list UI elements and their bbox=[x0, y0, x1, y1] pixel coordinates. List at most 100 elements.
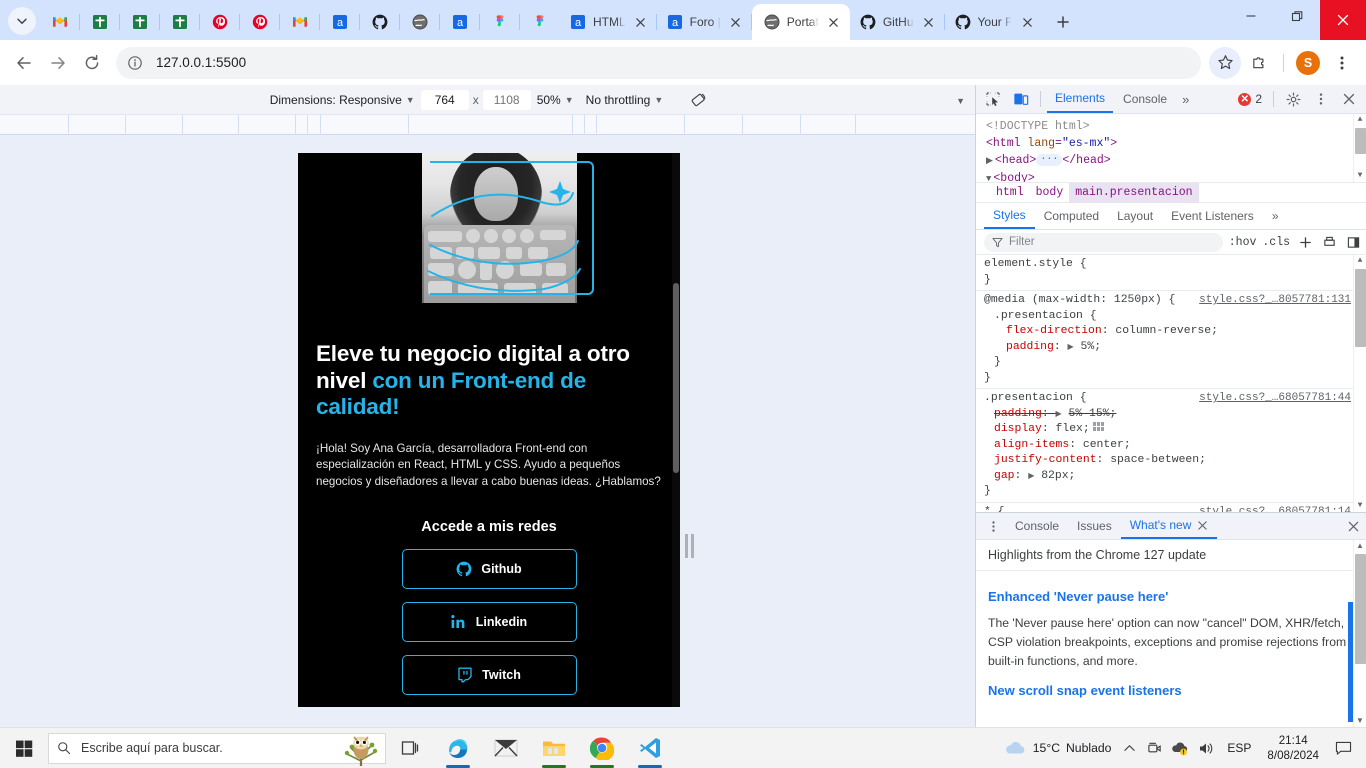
tab-computed[interactable]: Computed bbox=[1035, 203, 1108, 229]
social-link-twitch[interactable]: Twitch bbox=[401, 655, 577, 696]
browser-tab-githu[interactable]: GitHu bbox=[850, 5, 945, 39]
close-window-button[interactable] bbox=[1320, 0, 1366, 40]
address-bar[interactable]: 127.0.0.1:5500 bbox=[116, 46, 1201, 79]
scroll-up-arrow-icon[interactable]: ▲ bbox=[1358, 255, 1363, 267]
pinned-tab-pinterest[interactable] bbox=[240, 5, 280, 39]
flexbox-editor-icon[interactable] bbox=[1092, 422, 1104, 432]
taskbar-app-microsoft-edge[interactable] bbox=[434, 728, 482, 768]
taskbar-clock[interactable]: 21:14 8/08/2024 bbox=[1259, 733, 1327, 763]
tab-close-button[interactable] bbox=[1019, 14, 1035, 30]
scroll-down-arrow-icon[interactable]: ▼ bbox=[1356, 715, 1364, 727]
tab-styles[interactable]: Styles bbox=[984, 203, 1035, 229]
dom-line-html[interactable]: <html lang="es-mx"> bbox=[986, 135, 1366, 152]
pinned-tab-pinterest[interactable] bbox=[200, 5, 240, 39]
computed-styles-sidebar-button[interactable] bbox=[1320, 233, 1338, 251]
scroll-down-arrow-icon[interactable]: ▼ bbox=[1358, 500, 1363, 512]
style-rule-universal[interactable]: * { style.css?_…68057781:14 padding: ▶ 0… bbox=[976, 503, 1366, 513]
browser-tab-html[interactable]: a HTML bbox=[560, 5, 657, 39]
browser-tab-foro[interactable]: a Foro | bbox=[657, 5, 752, 39]
new-style-rule-button[interactable] bbox=[1296, 233, 1314, 251]
scrollbar-thumb[interactable] bbox=[1354, 269, 1366, 347]
style-rule-media-query[interactable]: @media (max-width: 1250px) { style.css?_… bbox=[976, 291, 1366, 389]
pinned-tab-figma[interactable] bbox=[480, 5, 520, 39]
drawer-tab-whats-new[interactable]: What's new bbox=[1120, 513, 1218, 539]
devtools-tab-elements[interactable]: Elements bbox=[1047, 85, 1114, 113]
social-link-github[interactable]: Github bbox=[401, 549, 577, 590]
expand-arrow-icon[interactable]: ▶ bbox=[1068, 343, 1074, 352]
toggle-device-toolbar-button[interactable] bbox=[1008, 87, 1034, 111]
pinned-tab-excel[interactable] bbox=[160, 5, 200, 39]
taskbar-app-visual-studio-code[interactable] bbox=[626, 728, 674, 768]
tab-close-button[interactable] bbox=[728, 14, 744, 30]
tray-expand-button[interactable] bbox=[1117, 728, 1142, 768]
declaration[interactable]: padding: ▶ 5%; bbox=[984, 340, 1352, 356]
scroll-down-arrow-icon[interactable]: ▼ bbox=[1358, 170, 1363, 182]
pinned-tab-github[interactable] bbox=[360, 5, 400, 39]
expand-arrow-icon[interactable]: ▶ bbox=[1028, 472, 1034, 481]
declaration[interactable]: display: flex; bbox=[984, 422, 1352, 438]
minimize-button[interactable] bbox=[1228, 0, 1274, 32]
weather-widget[interactable]: 15°C Nublado bbox=[997, 728, 1118, 768]
devtools-tab-console[interactable]: Console bbox=[1115, 85, 1175, 113]
tab-layout[interactable]: Layout bbox=[1108, 203, 1162, 229]
whats-new-content[interactable]: Highlights from the Chrome 127 update En… bbox=[976, 540, 1366, 727]
element-classes-button[interactable]: .cls bbox=[1262, 236, 1290, 249]
pinned-tab-alura[interactable]: a bbox=[440, 5, 480, 39]
error-count-badge[interactable]: ✕ 2 bbox=[1233, 92, 1267, 106]
device-toolbar-more-button[interactable]: ▼ bbox=[956, 93, 965, 107]
rendered-page-frame[interactable]: Eleve tu negocio digital a otro nivel co… bbox=[298, 153, 680, 707]
hover-state-button[interactable]: :hov bbox=[1229, 236, 1257, 249]
declaration[interactable]: align-items: center; bbox=[984, 438, 1352, 454]
pinned-tab-alura[interactable]: a bbox=[320, 5, 360, 39]
dimensions-dropdown[interactable]: Dimensions: Responsive ▼ bbox=[264, 89, 421, 111]
drawer-tab-issues[interactable]: Issues bbox=[1068, 513, 1121, 539]
back-button[interactable] bbox=[8, 47, 40, 79]
devtools-more-tabs-button[interactable]: » bbox=[1177, 92, 1194, 107]
taskbar-app-task-view[interactable] bbox=[386, 728, 434, 768]
taskbar-search-box[interactable]: Escribe aquí para buscar. bbox=[48, 732, 386, 766]
dom-tree-panel[interactable]: <!DOCTYPE html> <html lang="es-mx"> ▶ <he… bbox=[976, 114, 1366, 182]
devtools-menu-button[interactable] bbox=[1308, 87, 1334, 111]
declaration[interactable]: padding: ▶ 5% 15%; bbox=[984, 407, 1352, 423]
taskbar-app-file-explorer[interactable] bbox=[530, 728, 578, 768]
bookmark-button[interactable] bbox=[1209, 46, 1241, 79]
page-scrollbar[interactable] bbox=[672, 153, 680, 707]
expand-arrow-icon[interactable]: ▶ bbox=[1056, 410, 1062, 419]
declaration[interactable]: flex-direction: column-reverse; bbox=[984, 324, 1352, 340]
breadcrumb-item-body[interactable]: body bbox=[1030, 183, 1070, 203]
dom-line-head[interactable]: ▶ <head> ··· </head> bbox=[986, 152, 1366, 170]
chrome-menu-button[interactable] bbox=[1326, 47, 1358, 79]
collapse-arrow-icon[interactable]: ▼ bbox=[986, 174, 991, 182]
language-indicator[interactable]: ESP bbox=[1219, 741, 1259, 755]
article-title[interactable]: Enhanced 'Never pause here' bbox=[988, 589, 1354, 604]
viewport-width-input[interactable] bbox=[420, 89, 469, 110]
tab-close-button[interactable] bbox=[633, 14, 649, 30]
breadcrumb-item-main[interactable]: main.presentacion bbox=[1069, 182, 1199, 203]
breadcrumb-item-html[interactable]: html bbox=[990, 183, 1030, 203]
dom-tree-scrollbar[interactable]: ▲ ▼ bbox=[1353, 114, 1366, 182]
scroll-up-arrow-icon[interactable]: ▲ bbox=[1358, 114, 1363, 126]
social-link-linkedin[interactable]: Linkedin bbox=[401, 602, 577, 643]
page-scrollbar-thumb[interactable] bbox=[673, 283, 679, 473]
dom-line-doctype[interactable]: <!DOCTYPE html> bbox=[986, 118, 1366, 135]
expand-arrow-icon[interactable]: ▶ bbox=[986, 156, 993, 166]
styles-rules-list[interactable]: element.style { } @media (max-width: 125… bbox=[976, 255, 1366, 512]
scrollbar-thumb[interactable] bbox=[1354, 128, 1366, 154]
styles-filter-input[interactable]: Filter bbox=[984, 232, 1223, 252]
rule-source-link[interactable]: style.css?_…68057781:44 bbox=[1199, 391, 1351, 407]
drawer-menu-button[interactable] bbox=[980, 514, 1006, 538]
pinned-tab-gmail[interactable] bbox=[40, 5, 80, 39]
drawer-close-button[interactable] bbox=[1340, 514, 1366, 538]
style-rule-element-style[interactable]: element.style { } bbox=[976, 255, 1366, 291]
devtools-settings-button[interactable] bbox=[1280, 87, 1306, 111]
tab-close-button[interactable] bbox=[921, 14, 937, 30]
profile-button[interactable]: S bbox=[1292, 47, 1324, 79]
tab-event-listeners[interactable]: Event Listeners bbox=[1162, 203, 1263, 229]
extensions-button[interactable] bbox=[1243, 47, 1275, 79]
reload-button[interactable] bbox=[76, 47, 108, 79]
scroll-up-arrow-icon[interactable]: ▲ bbox=[1356, 540, 1364, 552]
browser-tab-portaf[interactable]: Portaf bbox=[751, 4, 850, 40]
rotate-button[interactable] bbox=[687, 88, 711, 112]
declaration[interactable]: justify-content: space-between; bbox=[984, 453, 1352, 469]
styles-scrollbar[interactable]: ▲ ▼ bbox=[1353, 255, 1366, 512]
